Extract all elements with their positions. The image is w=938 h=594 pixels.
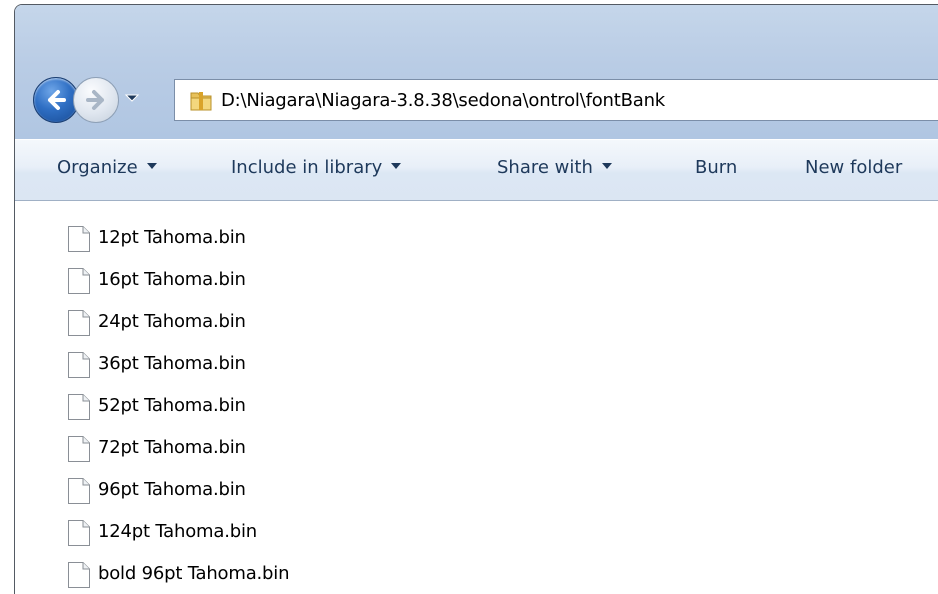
burn-button[interactable]: Burn <box>695 157 737 178</box>
chevron-down-icon[interactable] <box>123 89 141 107</box>
organize-label: Organize <box>57 157 138 178</box>
navigation-buttons <box>33 75 183 125</box>
file-item[interactable]: 16pt Tahoma.bin <box>67 263 667 299</box>
file-item[interactable]: 52pt Tahoma.bin <box>67 389 667 425</box>
explorer-window: D:\Niagara\Niagara-3.8.38\sedona\ontrol\… <box>14 4 938 594</box>
desktop-edge <box>0 0 15 594</box>
burn-label: Burn <box>695 157 738 178</box>
file-name: bold 96pt Tahoma.bin <box>98 563 290 584</box>
file-item[interactable]: 36pt Tahoma.bin <box>67 347 667 383</box>
forward-button[interactable] <box>73 77 119 123</box>
page: D:\Niagara\Niagara-3.8.38\sedona\ontrol\… <box>0 0 938 594</box>
address-bar[interactable]: D:\Niagara\Niagara-3.8.38\sedona\ontrol\… <box>174 79 938 121</box>
file-item[interactable]: 12pt Tahoma.bin <box>67 221 667 257</box>
address-path: D:\Niagara\Niagara-3.8.38\sedona\ontrol\… <box>221 90 666 111</box>
share-with-button[interactable]: Share with <box>497 157 612 178</box>
file-icon <box>68 478 90 504</box>
dropdown-caret-icon <box>391 163 402 169</box>
file-icon <box>68 394 90 420</box>
include-in-library-label: Include in library <box>231 157 383 178</box>
file-name: 36pt Tahoma.bin <box>98 353 246 374</box>
folder-icon <box>190 92 212 111</box>
include-in-library-button[interactable]: Include in library <box>231 157 402 178</box>
share-with-label: Share with <box>497 157 593 178</box>
file-item[interactable]: 24pt Tahoma.bin <box>67 305 667 341</box>
file-name: 24pt Tahoma.bin <box>98 311 246 332</box>
file-icon <box>68 562 90 588</box>
file-item[interactable]: 72pt Tahoma.bin <box>67 431 667 467</box>
file-icon <box>68 226 90 252</box>
file-item[interactable]: 96pt Tahoma.bin <box>67 473 667 509</box>
file-name: 96pt Tahoma.bin <box>98 479 246 500</box>
file-icon <box>68 310 90 336</box>
dropdown-caret-icon <box>146 163 157 169</box>
new-folder-button[interactable]: New folder <box>805 157 902 178</box>
file-item[interactable]: bold 96pt Tahoma.bin <box>67 557 667 593</box>
file-name: 52pt Tahoma.bin <box>98 395 246 416</box>
back-arrow-icon <box>48 90 66 110</box>
file-icon <box>68 436 90 462</box>
command-bar: Organize Include in library Share with B… <box>15 139 938 201</box>
dropdown-caret-icon <box>601 163 612 169</box>
file-icon <box>68 520 90 546</box>
organize-button[interactable]: Organize <box>57 157 157 178</box>
new-folder-label: New folder <box>805 157 903 178</box>
file-name: 16pt Tahoma.bin <box>98 269 246 290</box>
file-name: 72pt Tahoma.bin <box>98 437 246 458</box>
file-icon <box>68 352 90 378</box>
window-chrome: D:\Niagara\Niagara-3.8.38\sedona\ontrol\… <box>15 5 938 139</box>
forward-arrow-icon <box>86 90 104 110</box>
file-name: 12pt Tahoma.bin <box>98 227 246 248</box>
file-icon <box>68 268 90 294</box>
file-list: 12pt Tahoma.bin 16pt Tahoma.bin 24pt Tah… <box>15 201 938 594</box>
file-item[interactable]: 124pt Tahoma.bin <box>67 515 667 551</box>
file-name: 124pt Tahoma.bin <box>98 521 257 542</box>
